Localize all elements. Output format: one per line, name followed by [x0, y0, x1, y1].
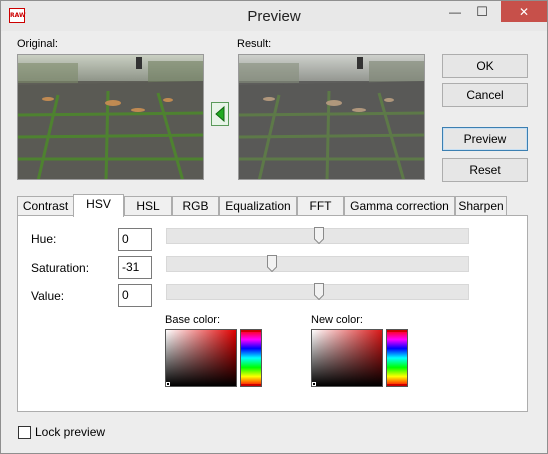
result-label: Result: — [237, 38, 272, 50]
base-hue-marker-top — [241, 330, 261, 332]
saturation-label: Saturation: — [31, 261, 90, 275]
new-hue-marker-bottom — [387, 384, 407, 386]
close-button[interactable]: ✕ — [501, 1, 547, 22]
copy-to-original-button[interactable] — [211, 102, 229, 126]
value-slider[interactable] — [166, 283, 469, 302]
tab-fft[interactable]: FFT — [297, 196, 344, 216]
maximize-button[interactable]: ☐ — [469, 1, 495, 23]
tab-rgb[interactable]: RGB — [172, 196, 219, 216]
new-hue-strip[interactable] — [386, 329, 408, 387]
cancel-button[interactable]: Cancel — [442, 83, 528, 107]
original-photo — [18, 55, 203, 179]
close-icon: ✕ — [518, 4, 530, 19]
base-hue-marker-bottom — [241, 384, 261, 386]
minimize-button[interactable]: — — [441, 1, 469, 23]
hue-slider[interactable] — [166, 227, 469, 246]
tab-contrast[interactable]: Contrast — [17, 196, 74, 216]
result-image — [238, 54, 425, 180]
title-bar: RAW Preview — ☐ ✕ — [1, 1, 547, 31]
hsv-panel: Hue: 0 Saturation: -31 Value: 0 Base col… — [17, 215, 528, 412]
new-color-picker[interactable] — [311, 329, 383, 387]
saturation-slider-track — [166, 256, 469, 272]
ok-button[interactable]: OK — [442, 54, 528, 78]
hue-slider-thumb[interactable] — [314, 227, 324, 244]
base-color-marker[interactable] — [166, 382, 170, 386]
tab-hsv[interactable]: HSV — [73, 194, 124, 217]
maximize-icon: ☐ — [476, 4, 488, 19]
saturation-input[interactable]: -31 — [118, 256, 152, 279]
new-color-marker[interactable] — [312, 382, 316, 386]
minimize-icon: — — [449, 5, 461, 19]
arrow-left-icon — [215, 105, 225, 123]
value-slider-thumb[interactable] — [314, 283, 324, 300]
result-photo — [239, 55, 424, 179]
preview-button[interactable]: Preview — [442, 127, 528, 151]
hue-input[interactable]: 0 — [118, 228, 152, 251]
reset-button[interactable]: Reset — [442, 158, 528, 182]
lock-preview-checkbox[interactable] — [18, 426, 31, 439]
original-label: Original: — [17, 38, 58, 50]
lock-preview-label[interactable]: Lock preview — [35, 425, 105, 439]
tab-equalization[interactable]: Equalization — [219, 196, 297, 216]
tab-gamma-correction[interactable]: Gamma correction — [344, 196, 455, 216]
base-color-picker[interactable] — [165, 329, 237, 387]
new-hue-marker-top — [387, 330, 407, 332]
base-color-label: Base color: — [165, 314, 221, 326]
tab-sharpen[interactable]: Sharpen — [455, 196, 507, 216]
value-input[interactable]: 0 — [118, 284, 152, 307]
base-hue-strip[interactable] — [240, 329, 262, 387]
saturation-slider-thumb[interactable] — [267, 255, 277, 272]
new-color-label: New color: — [311, 314, 363, 326]
tab-hsl[interactable]: HSL — [124, 196, 172, 216]
hue-label: Hue: — [31, 232, 57, 246]
preview-dialog: RAW Preview — ☐ ✕ Original: Result: OK C… — [0, 0, 548, 454]
original-image — [17, 54, 204, 180]
value-label: Value: — [31, 289, 65, 303]
saturation-slider[interactable] — [166, 255, 469, 274]
